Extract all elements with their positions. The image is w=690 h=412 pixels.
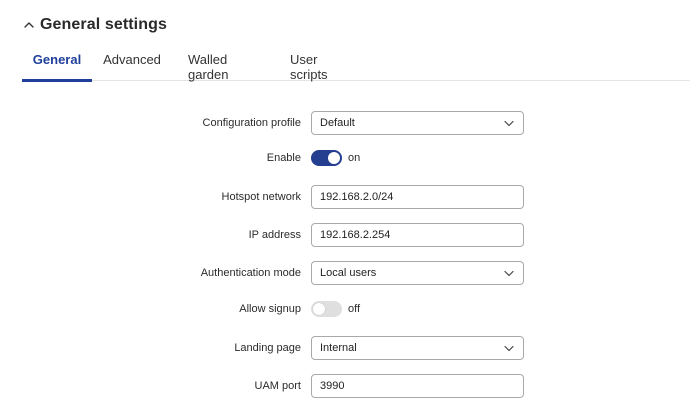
ip-address-field [311,223,524,247]
config-profile-value: Default [320,117,355,129]
auth-mode-select[interactable]: Local users [311,261,524,285]
chevron-down-icon [504,270,514,277]
landing-page-label: Landing page [234,342,301,354]
uam-port-row: UAM port [0,374,690,398]
ip-address-label: IP address [248,229,301,241]
tab-walled-garden[interactable]: Walled garden [188,52,260,82]
allow-signup-state: off [348,303,361,315]
auth-mode-value: Local users [320,267,377,279]
toggle-knob [328,152,340,164]
config-profile-row: Configuration profile Default [0,111,690,135]
config-profile-label: Configuration profile [202,117,301,129]
toggle-knob [313,303,325,315]
section-header[interactable]: General settings [22,14,167,36]
ip-address-row: IP address [0,223,690,247]
hotspot-network-input[interactable] [320,186,510,208]
enable-state: on [348,152,361,164]
tab-user-scripts-label: User scripts [290,52,328,82]
tab-advanced-label: Advanced [103,52,161,67]
auth-mode-label: Authentication mode [200,267,301,279]
chevron-down-icon [504,345,514,352]
chevron-up-icon[interactable] [22,18,36,32]
allow-signup-toggle[interactable] [311,301,342,317]
landing-page-select[interactable]: Internal [311,336,524,360]
active-tab-indicator [22,79,92,82]
tab-bar: General Advanced Walled garden User scri… [22,52,690,82]
allow-signup-row: Allow signup off [0,297,690,321]
landing-page-value: Internal [320,342,357,354]
allow-signup-label: Allow signup [239,303,301,315]
ip-address-input[interactable] [320,224,510,246]
uam-port-input[interactable] [320,375,510,397]
enable-toggle[interactable] [311,150,342,166]
landing-page-row: Landing page Internal [0,336,690,360]
config-profile-select[interactable]: Default [311,111,524,135]
hotspot-network-label: Hotspot network [221,191,301,203]
tab-user-scripts[interactable]: User scripts [290,52,350,82]
chevron-down-icon [504,120,514,127]
tab-general-label: General [32,52,82,67]
hotspot-network-field [311,185,524,209]
tab-general[interactable]: General [22,52,92,82]
hotspot-network-row: Hotspot network [0,185,690,209]
enable-label: Enable [266,152,301,164]
section-title: General settings [40,16,167,33]
auth-mode-row: Authentication mode Local users [0,261,690,285]
uam-port-field [311,374,524,398]
enable-row: Enable on [0,146,690,170]
tab-walled-garden-label: Walled garden [188,52,229,82]
uam-port-label: UAM port [254,380,301,392]
tab-advanced[interactable]: Advanced [103,52,161,80]
